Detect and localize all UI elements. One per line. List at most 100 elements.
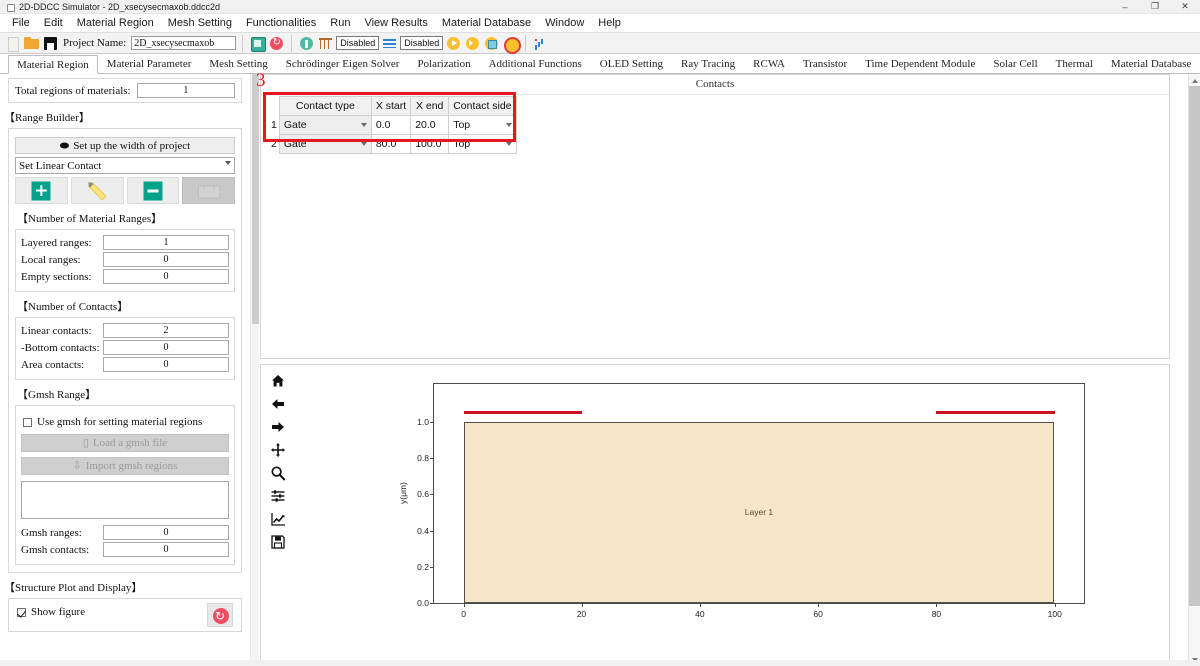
material-ranges-box: Layered ranges: 1 Local ranges: 0 Empty … — [15, 229, 235, 292]
edit-range-button[interactable] — [70, 177, 124, 204]
total-regions-input[interactable]: 1 — [136, 83, 235, 98]
layered-ranges-input[interactable]: 1 — [103, 235, 229, 250]
refresh-plot-icon[interactable] — [207, 603, 233, 627]
tab-time-dependent-module[interactable]: Time Dependent Module — [856, 54, 984, 73]
mesh-status-badge[interactable]: Disabled — [336, 36, 380, 50]
plot-results-icon[interactable] — [532, 35, 549, 52]
cell-contact-type[interactable]: Gate — [278, 134, 372, 154]
range-mode-select[interactable]: Set Linear Contact — [15, 157, 235, 174]
empty-sections-input[interactable]: 0 — [103, 269, 229, 284]
range-builder-group-label: 【Range Builder】 — [4, 112, 90, 124]
total-regions-label: Total regions of materials: — [15, 84, 131, 97]
sidebar-scrollbar[interactable] — [250, 74, 259, 666]
material-region-layer-1[interactable]: Layer 1 — [463, 421, 1055, 603]
menu-material-database[interactable]: Material Database — [435, 14, 538, 32]
tab-solar-cell[interactable]: Solar Cell — [984, 54, 1046, 73]
page-scrollbar-thumb[interactable] — [1189, 86, 1200, 606]
mesh-grid-icon[interactable] — [317, 35, 334, 52]
menu-file[interactable]: File — [5, 14, 37, 32]
remove-range-button[interactable] — [126, 177, 180, 204]
local-ranges-input[interactable]: 0 — [103, 252, 229, 267]
minimize-button[interactable]: – — [1110, 0, 1140, 14]
configure-subplots-icon[interactable] — [270, 488, 286, 504]
table-row[interactable]: 2 Gate 80.0 100.0 Top — [269, 134, 517, 154]
menu-functionalities[interactable]: Functionalities — [239, 14, 323, 32]
show-figure-checkbox[interactable] — [17, 607, 26, 617]
use-gmsh-checkbox[interactable] — [23, 417, 32, 427]
column-header-contact-side[interactable]: Contact side — [448, 96, 517, 116]
menu-help[interactable]: Help — [591, 14, 628, 32]
edit-curves-icon[interactable] — [270, 511, 286, 527]
forward-arrow-icon[interactable] — [270, 419, 286, 435]
y-tick-label: 1.0 — [417, 416, 429, 427]
cell-x-start[interactable]: 80.0 — [370, 134, 412, 154]
close-button[interactable]: ✕ — [1170, 0, 1200, 14]
y-tick-label: 0.8 — [417, 453, 429, 464]
save-figure-icon[interactable] — [270, 534, 286, 550]
tab-transistor[interactable]: Transistor — [794, 54, 856, 73]
menu-mesh-setting[interactable]: Mesh Setting — [161, 14, 239, 32]
page-scrollbar[interactable] — [1188, 74, 1200, 666]
tab-material-database[interactable]: Material Database — [1102, 54, 1200, 73]
gmsh-ranges-input[interactable]: 0 — [103, 525, 229, 540]
tab-schrodinger-eigen-solver[interactable]: Schrödinger Eigen Solver — [277, 54, 409, 73]
menu-window[interactable]: Window — [538, 14, 591, 32]
run-fast-icon[interactable] — [464, 35, 481, 52]
tab-additional-functions[interactable]: Additional Functions — [480, 54, 591, 73]
tab-material-region[interactable]: Material Region — [8, 55, 98, 74]
refresh-icon[interactable] — [268, 35, 285, 52]
export-icon[interactable] — [483, 35, 500, 52]
back-arrow-icon[interactable] — [270, 396, 286, 412]
use-gmsh-row[interactable]: Use gmsh for setting material regions — [23, 416, 229, 428]
app-icon — [5, 2, 15, 12]
menu-run[interactable]: Run — [323, 14, 357, 32]
tab-thermal[interactable]: Thermal — [1047, 54, 1102, 73]
column-header-x-end[interactable]: X end — [410, 96, 450, 116]
cell-x-start[interactable]: 0.0 — [370, 115, 412, 135]
cell-contact-side[interactable]: Top — [448, 115, 517, 135]
area-contacts-input[interactable]: 0 — [103, 357, 229, 372]
project-name-input[interactable]: 2D_xsecysecmaxob — [131, 36, 237, 50]
mesh-generate-icon[interactable] — [298, 35, 315, 52]
bottom-contacts-input[interactable]: 0 — [103, 340, 229, 355]
maximize-button[interactable]: ❐ — [1140, 0, 1170, 14]
tab-rcwa[interactable]: RCWA — [744, 54, 794, 73]
structure-icon[interactable] — [249, 35, 267, 52]
setup-project-width-button[interactable]: ⬬ Set up the width of project — [15, 137, 235, 154]
menu-edit[interactable]: Edit — [37, 14, 70, 32]
run-icon[interactable] — [445, 35, 462, 52]
linear-contacts-input[interactable]: 2 — [103, 323, 229, 338]
x-tick-mark — [699, 603, 701, 607]
new-document-icon[interactable] — [4, 35, 21, 52]
home-icon[interactable] — [270, 373, 286, 389]
scroll-up-icon[interactable] — [1189, 74, 1200, 86]
show-figure-row[interactable]: Show figure — [17, 606, 235, 618]
tab-ray-tracing[interactable]: Ray Tracing — [672, 54, 744, 73]
column-header-x-start[interactable]: X start — [370, 96, 412, 116]
stop-icon[interactable] — [502, 35, 522, 54]
cell-contact-side[interactable]: Top — [448, 134, 517, 154]
cell-contact-type[interactable]: Gate — [278, 115, 372, 135]
gmsh-contacts-input[interactable]: 0 — [103, 542, 229, 557]
sidebar-scrollbar-thumb[interactable] — [252, 74, 259, 324]
layers-icon[interactable] — [381, 35, 398, 52]
contact-bar-gate-1[interactable] — [463, 410, 582, 414]
pan-move-icon[interactable] — [270, 442, 286, 458]
tab-mesh-setting[interactable]: Mesh Setting — [200, 54, 276, 73]
cell-x-end[interactable]: 100.0 — [410, 134, 450, 154]
save-icon[interactable] — [42, 35, 59, 52]
menu-material-region[interactable]: Material Region — [70, 14, 161, 32]
tab-material-parameter[interactable]: Material Parameter — [98, 54, 201, 73]
tab-polarization[interactable]: Polarization — [408, 54, 479, 73]
zoom-magnifier-icon[interactable] — [270, 465, 286, 481]
solver-status-badge[interactable]: Disabled — [400, 36, 444, 50]
contact-bar-gate-2[interactable] — [936, 410, 1055, 414]
tab-oled-setting[interactable]: OLED Setting — [591, 54, 672, 73]
add-range-button[interactable] — [15, 177, 68, 204]
gmsh-notes-textarea[interactable] — [21, 481, 229, 519]
open-folder-icon[interactable] — [23, 35, 40, 52]
cell-x-end[interactable]: 20.0 — [410, 115, 450, 135]
table-row[interactable]: 1 Gate 0.0 20.0 Top — [269, 115, 517, 135]
menu-view-results[interactable]: View Results — [357, 14, 434, 32]
column-header-contact-type[interactable]: Contact type — [278, 96, 372, 116]
